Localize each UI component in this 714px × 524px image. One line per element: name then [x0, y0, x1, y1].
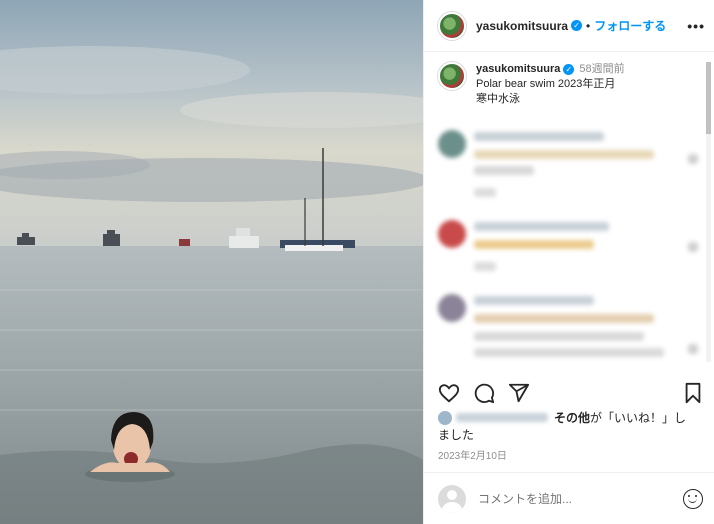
post-photo[interactable]	[0, 0, 423, 524]
caption-time[interactable]: 58週間前	[579, 62, 624, 77]
emoji-icon[interactable]	[683, 488, 703, 509]
blurred-comment	[438, 294, 698, 370]
avatar[interactable]	[438, 62, 466, 90]
likes-text: ました	[438, 428, 475, 442]
action-bar	[424, 378, 714, 408]
separator-dot: •	[586, 18, 591, 33]
scrollbar-thumb[interactable]	[706, 62, 711, 134]
likes-summary: その他が「いいね！」し ました	[438, 410, 708, 444]
verified-icon: ✓	[571, 20, 583, 31]
add-comment-bar	[424, 472, 714, 524]
follow-button[interactable]: フォローする	[594, 17, 666, 34]
more-icon[interactable]: •••	[687, 18, 705, 34]
likes-others-link[interactable]: その他	[554, 411, 590, 425]
liker-name-blurred[interactable]	[456, 413, 548, 422]
scrollbar[interactable]	[706, 62, 711, 362]
post-header: yasukomitsuura ✓ • フォローする •••	[424, 0, 714, 52]
comment-input[interactable]	[478, 491, 668, 506]
post-caption: yasukomitsuura ✓ 58週間前 Polar bear swim 2…	[438, 62, 698, 107]
post-detail-panel: yasukomitsuura ✓ • フォローする ••• yasukomits…	[423, 0, 714, 524]
heart-icon[interactable]	[438, 382, 460, 409]
avatar[interactable]	[438, 11, 466, 40]
bookmark-icon[interactable]	[683, 382, 703, 409]
caption-line: 寒中水泳	[476, 93, 520, 105]
verified-icon: ✓	[563, 64, 575, 75]
blurred-comment	[438, 220, 698, 280]
blurred-comment	[438, 130, 698, 200]
post-date[interactable]: 2023年2月10日	[438, 447, 507, 462]
liker-avatar[interactable]	[438, 411, 452, 425]
caption-line: Polar bear swim 2023年正月	[476, 78, 616, 90]
comments-list[interactable]: yasukomitsuura ✓ 58週間前 Polar bear swim 2…	[424, 52, 714, 370]
likes-text: が「いいね！」し	[590, 411, 687, 425]
caption-username[interactable]: yasukomitsuura	[476, 62, 560, 77]
username-link[interactable]: yasukomitsuura	[476, 19, 568, 33]
share-icon[interactable]	[508, 382, 530, 409]
comment-icon[interactable]	[473, 382, 495, 409]
photo-image	[0, 0, 423, 524]
avatar	[438, 484, 466, 513]
